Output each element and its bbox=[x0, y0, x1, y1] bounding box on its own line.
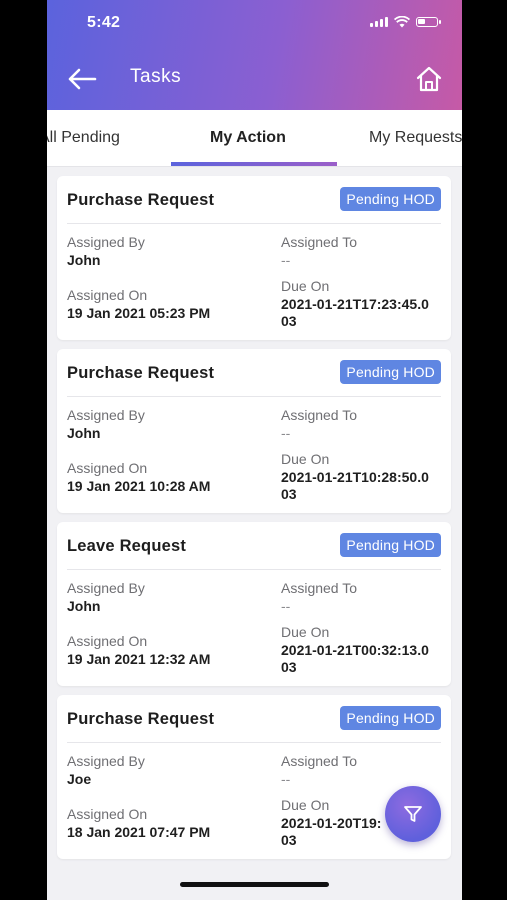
due-on-value-line1: 2021-01-21T00:32:13.0 bbox=[281, 642, 429, 658]
assigned-to-label: Assigned To bbox=[281, 407, 358, 423]
assigned-on-label: Assigned On bbox=[67, 806, 148, 822]
signal-icon bbox=[370, 17, 388, 27]
tab-all-pending[interactable]: All Pending bbox=[47, 110, 120, 166]
active-tab-indicator bbox=[171, 162, 337, 166]
assigned-by-value: Joe bbox=[67, 771, 92, 787]
task-title: Purchase Request bbox=[67, 364, 215, 382]
due-on-value-line1: 2021-01-20T19: bbox=[281, 815, 382, 831]
due-on-value-line2: 03 bbox=[281, 659, 297, 675]
assigned-by-value: John bbox=[67, 425, 101, 441]
due-on-label: Due On bbox=[281, 624, 330, 640]
due-on-value-line1: 2021-01-21T10:28:50.0 bbox=[281, 469, 429, 485]
assigned-on-value: 18 Jan 2021 07:47 PM bbox=[67, 824, 211, 840]
status-badge: Pending HOD bbox=[340, 706, 441, 730]
due-on-label: Due On bbox=[281, 797, 330, 813]
card-divider bbox=[67, 742, 441, 743]
tab-my-action[interactable]: My Action bbox=[210, 110, 286, 166]
due-on-value-line2: 03 bbox=[281, 313, 297, 329]
assigned-by-label: Assigned By bbox=[67, 407, 145, 423]
task-card[interactable]: Purchase Request Pending HOD Assigned By… bbox=[57, 349, 451, 513]
back-arrow-icon[interactable] bbox=[65, 64, 99, 94]
tab-bar: All Pending My Action My Requests bbox=[47, 110, 462, 167]
due-on-value-line2: 03 bbox=[281, 832, 297, 848]
assigned-to-label: Assigned To bbox=[281, 753, 358, 769]
task-list: Purchase Request Pending HOD Assigned By… bbox=[57, 176, 451, 868]
status-badge: Pending HOD bbox=[340, 360, 441, 384]
filter-button[interactable] bbox=[385, 786, 441, 842]
task-title: Purchase Request bbox=[67, 191, 215, 209]
assigned-by-label: Assigned By bbox=[67, 580, 145, 596]
assigned-to-label: Assigned To bbox=[281, 580, 358, 596]
tab-my-requests[interactable]: My Requests bbox=[369, 110, 462, 166]
assigned-on-value: 19 Jan 2021 05:23 PM bbox=[67, 305, 211, 321]
app-header: 5:42 Tasks bbox=[47, 0, 462, 110]
due-on-value-line1: 2021-01-21T17:23:45.0 bbox=[281, 296, 429, 312]
card-divider bbox=[67, 569, 441, 570]
assigned-to-label: Assigned To bbox=[281, 234, 358, 250]
task-title: Purchase Request bbox=[67, 710, 215, 728]
task-card[interactable]: Purchase Request Pending HOD Assigned By… bbox=[57, 695, 451, 859]
card-divider bbox=[67, 223, 441, 224]
assigned-to-value: -- bbox=[281, 425, 291, 441]
assigned-to-value: -- bbox=[281, 598, 291, 614]
assigned-to-value: -- bbox=[281, 252, 291, 268]
due-on-label: Due On bbox=[281, 278, 330, 294]
wifi-icon bbox=[394, 16, 410, 28]
assigned-on-value: 19 Jan 2021 10:28 AM bbox=[67, 478, 211, 494]
home-indicator bbox=[180, 882, 329, 887]
assigned-on-value: 19 Jan 2021 12:32 AM bbox=[67, 651, 211, 667]
assigned-on-label: Assigned On bbox=[67, 460, 148, 476]
assigned-by-label: Assigned By bbox=[67, 234, 145, 250]
task-title: Leave Request bbox=[67, 537, 187, 555]
filter-icon bbox=[404, 806, 422, 822]
due-on-label: Due On bbox=[281, 451, 330, 467]
battery-icon bbox=[416, 17, 441, 27]
task-card[interactable]: Purchase Request Pending HOD Assigned By… bbox=[57, 176, 451, 340]
assigned-to-value: -- bbox=[281, 771, 291, 787]
assigned-by-value: John bbox=[67, 252, 101, 268]
card-divider bbox=[67, 396, 441, 397]
assigned-on-label: Assigned On bbox=[67, 287, 148, 303]
phone-screen: 5:42 Tasks All Pending My Action My Requ… bbox=[47, 0, 462, 900]
due-on-value-line2: 03 bbox=[281, 486, 297, 502]
home-icon[interactable] bbox=[414, 64, 444, 94]
assigned-on-label: Assigned On bbox=[67, 633, 148, 649]
status-time: 5:42 bbox=[87, 14, 121, 31]
page-title: Tasks bbox=[130, 66, 182, 87]
assigned-by-label: Assigned By bbox=[67, 753, 145, 769]
status-icons bbox=[370, 16, 441, 28]
task-card[interactable]: Leave Request Pending HOD Assigned By Jo… bbox=[57, 522, 451, 686]
status-badge: Pending HOD bbox=[340, 533, 441, 557]
status-badge: Pending HOD bbox=[340, 187, 441, 211]
assigned-by-value: John bbox=[67, 598, 101, 614]
